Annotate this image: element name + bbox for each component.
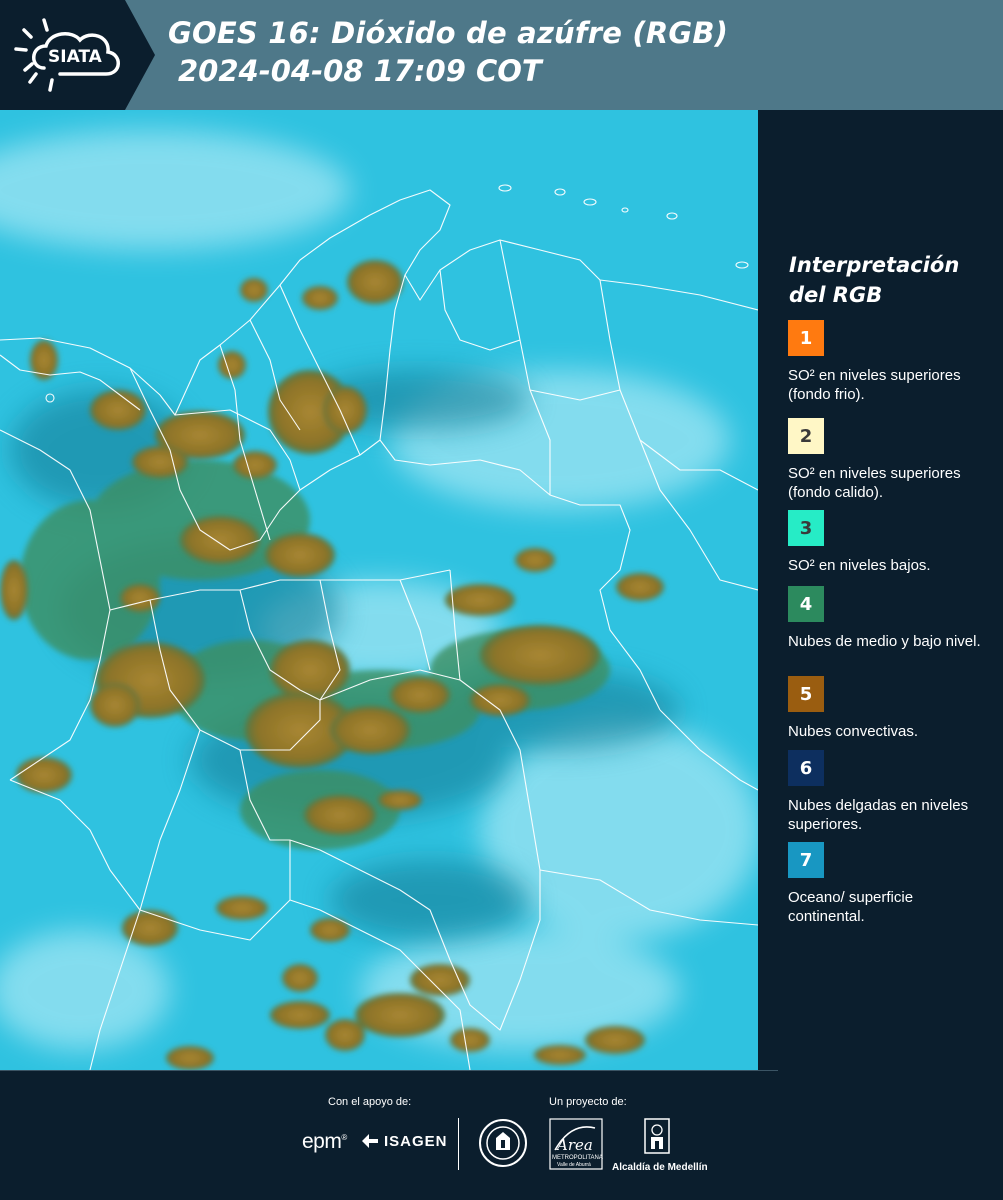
legend-item-1: 1 SO² en niveles superiores (fondo frio)…: [788, 320, 988, 404]
epm-logo: epm®: [302, 1130, 347, 1153]
isagen-mark-icon: [362, 1134, 378, 1148]
legend-swatch: 6: [788, 750, 824, 786]
legend-number: 5: [799, 683, 813, 705]
legend-item-7: 7 Oceano/ superficie continental.: [788, 842, 988, 926]
legend-label: Oceano/ superficie continental.: [788, 889, 914, 925]
coat-of-arms-icon: [644, 1118, 670, 1154]
page-title: GOES 16: Dióxido de azúfre (RGB): [168, 16, 729, 50]
legend-swatch: 4: [788, 586, 824, 622]
legend-label: Nubes convectivas.: [788, 723, 919, 740]
legend-swatch: 5: [788, 676, 824, 712]
legend-label: Nubes de medio y bajo nivel.: [788, 633, 981, 650]
footer-divider: [0, 1070, 778, 1071]
legend-number: 1: [799, 327, 813, 349]
legend-swatch: 3: [788, 510, 824, 546]
legend-item-3: 3 SO² en niveles bajos.: [788, 510, 988, 575]
epm-logo-text: epm: [302, 1130, 342, 1153]
footer: Con el apoyo de: Un proyecto de: epm® IS…: [0, 1070, 1003, 1200]
isagen-logo-text: ISAGEN: [384, 1132, 448, 1150]
satellite-map: [0, 110, 758, 1070]
legend-number: 3: [799, 517, 813, 539]
legend-item-4: 4 Nubes de medio y bajo nivel.: [788, 586, 988, 651]
project-label: Un proyecto de:: [549, 1096, 627, 1108]
area-logo-text: Área: [555, 1136, 593, 1154]
legend-label: SO² en niveles superiores (fondo calido)…: [788, 465, 961, 501]
siata-logo: SIATA: [0, 0, 155, 110]
legend-swatch: 1: [788, 320, 824, 356]
legend-number: 7: [799, 849, 813, 871]
title-block: GOES 16: Dióxido de azúfre (RGB) 2024-04…: [168, 14, 728, 90]
legend-swatch: 7: [788, 842, 824, 878]
legend-label: SO² en niveles bajos.: [788, 557, 931, 574]
legend-panel: Interpretación del RGB 1 SO² en niveles …: [758, 110, 1003, 1070]
legend-label: Nubes delgadas en niveles superiores.: [788, 797, 969, 833]
alcaldia-medellin-logo: Alcaldía de Medellín: [612, 1118, 708, 1173]
legend-item-2: 2 SO² en niveles superiores (fondo calid…: [788, 418, 988, 502]
legend-item-6: 6 Nubes delgadas en niveles superiores.: [788, 750, 988, 834]
area-metropolitana-logo: Área METROPOLITANA Valle de Aburrá: [549, 1118, 603, 1174]
timestamp: 2024-04-08 17:09 COT: [178, 54, 542, 88]
legend-title: Interpretación del RGB: [789, 253, 960, 307]
legend-number: 6: [799, 757, 813, 779]
isagen-logo: ISAGEN: [360, 1132, 448, 1150]
siata-logo-text: SIATA: [48, 47, 103, 67]
footer-vertical-divider: [458, 1118, 459, 1170]
legend-swatch: 2: [788, 418, 824, 454]
area-logo-subtext2: Valle de Aburrá: [557, 1162, 591, 1168]
legend-label: SO² en niveles superiores (fondo frio).: [788, 367, 961, 403]
alcaldia-name: Alcaldía de Medellín: [612, 1162, 708, 1173]
area-logo-subtext: METROPOLITANA: [552, 1155, 603, 1161]
header-bar: SIATA GOES 16: Dióxido de azúfre (RGB) 2…: [0, 0, 1003, 110]
legend-number: 2: [799, 425, 813, 447]
support-label: Con el apoyo de:: [328, 1096, 412, 1108]
legend-item-5: 5 Nubes convectivas.: [788, 676, 988, 741]
medellin-seal-logo: [478, 1118, 528, 1172]
legend-number: 4: [799, 593, 813, 615]
